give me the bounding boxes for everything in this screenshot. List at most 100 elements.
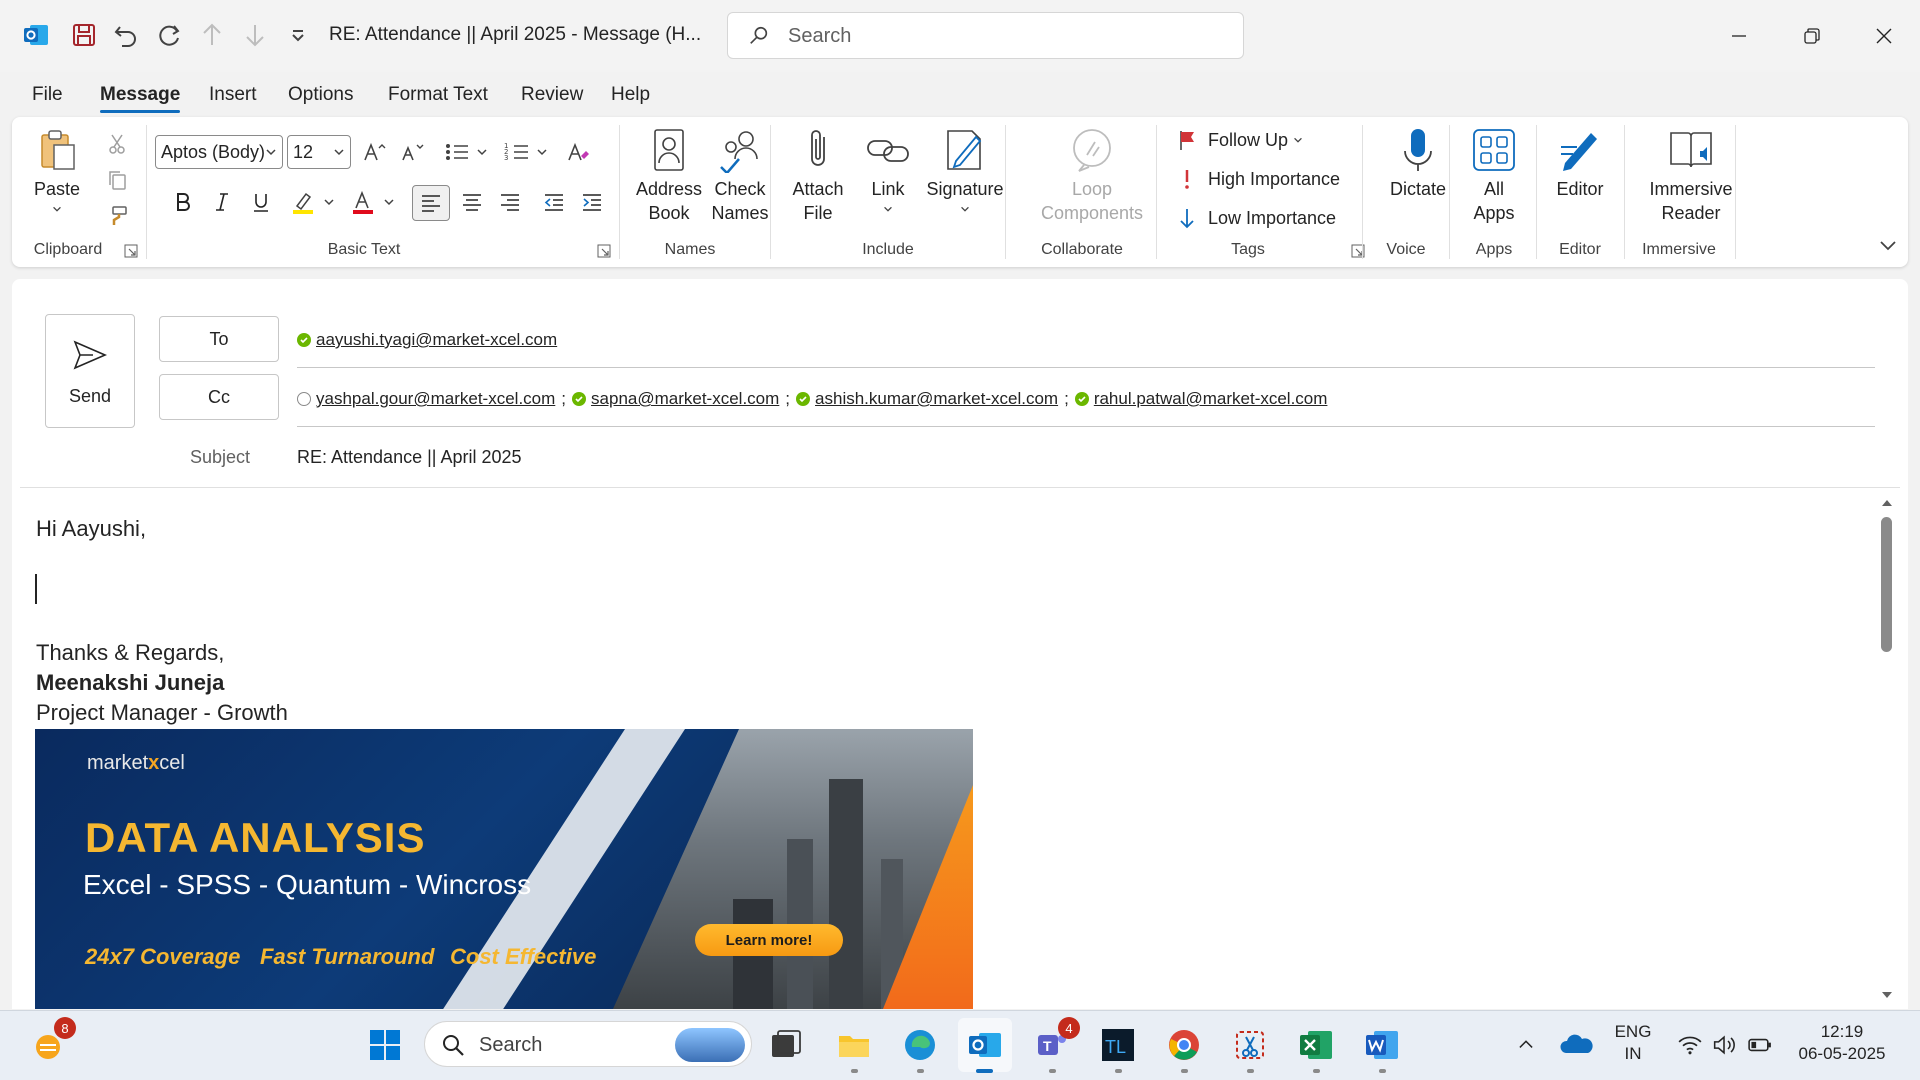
redo-icon[interactable] [152,18,186,52]
tab-format-text[interactable]: Format Text [388,84,488,106]
tab-help[interactable]: Help [611,84,650,106]
tags-group-label: Tags [1231,241,1265,258]
align-left-button[interactable] [412,185,450,221]
snipping-tool-icon[interactable] [1230,1025,1270,1073]
signature-button[interactable]: Signature [918,127,1012,219]
cc-button[interactable]: Cc [159,374,279,420]
loop-label-2: Components [1040,203,1144,223]
arrow-up-icon[interactable] [195,18,229,52]
to-button[interactable]: To [159,316,279,362]
start-button[interactable] [365,1025,405,1065]
word-icon[interactable] [1362,1025,1402,1073]
font-color-button[interactable] [348,187,398,217]
recipient-email[interactable]: sapna@market-xcel.com [591,389,779,409]
file-explorer-icon[interactable] [834,1025,874,1073]
body-closing[interactable]: Thanks & Regards, [36,640,224,666]
send-button[interactable]: Send [45,314,135,428]
copy-icon[interactable] [102,165,132,195]
customize-toolbar-icon[interactable] [281,18,315,52]
task-view-icon[interactable] [766,1025,806,1065]
numbering-button[interactable]: 123 [500,137,552,167]
show-hidden-icons-chevron-icon[interactable] [1506,1025,1546,1065]
search-box[interactable] [727,12,1244,59]
cc-field[interactable]: yashpal.gour@market-xcel.com ; sapna@mar… [297,384,1333,414]
dialog-launcher-icon[interactable] [597,244,611,258]
teams-icon[interactable]: T 4 [1032,1017,1080,1073]
restore-button[interactable] [1789,14,1835,58]
scroll-down-icon[interactable] [1880,988,1894,1002]
dictate-button[interactable]: Dictate [1378,127,1458,201]
recipient-email[interactable]: aayushi.tyagi@market-xcel.com [316,330,557,350]
recipient[interactable]: rahul.patwal@market-xcel.com [1074,389,1328,409]
recipient-email[interactable]: yashpal.gour@market-xcel.com [316,389,555,409]
language-indicator[interactable]: ENG IN [1608,1021,1658,1065]
underline-icon[interactable] [246,187,276,217]
subject-input[interactable]: RE: Attendance || April 2025 [297,447,522,468]
font-size-select[interactable]: 12 [287,135,351,169]
scroll-up-icon[interactable] [1880,496,1894,510]
grow-font-icon[interactable] [358,137,390,167]
recipient[interactable]: ashish.kumar@market-xcel.com [796,389,1058,409]
align-center-button[interactable] [456,187,488,217]
recipient-email[interactable]: ashish.kumar@market-xcel.com [815,389,1058,409]
undo-icon[interactable] [109,18,143,52]
recipient[interactable]: sapna@market-xcel.com [572,389,779,409]
edge-icon[interactable] [900,1025,940,1073]
shrink-font-icon[interactable] [396,137,428,167]
editor-button[interactable]: Editor [1548,127,1612,201]
onedrive-icon[interactable] [1556,1025,1596,1065]
italic-icon[interactable] [207,187,237,217]
cut-icon[interactable] [102,129,132,159]
recipient-email[interactable]: rahul.patwal@market-xcel.com [1094,389,1328,409]
chrome-icon[interactable] [1164,1025,1204,1073]
ribbon-collapse-icon[interactable] [1876,233,1900,257]
signature-name[interactable]: Meenakshi Juneja [36,670,224,696]
follow-up-button[interactable]: Follow Up [1176,129,1304,151]
excel-icon[interactable] [1296,1025,1336,1073]
dialog-launcher-icon[interactable] [124,244,138,258]
body-greeting[interactable]: Hi Aayushi, [36,516,146,542]
to-field[interactable]: aayushi.tyagi@market-xcel.com [297,325,563,355]
tab-review[interactable]: Review [521,84,583,106]
font-name-select[interactable]: Aptos (Body) [155,135,283,169]
taskbar-search[interactable]: Search [424,1021,752,1067]
low-importance-button[interactable]: Low Importance [1176,207,1336,229]
immersive-reader-button[interactable]: Immersive Reader [1632,127,1750,225]
decrease-indent-icon[interactable] [538,187,570,217]
format-painter-icon[interactable] [102,201,132,231]
scrollbar-thumb[interactable] [1881,517,1892,652]
align-right-button[interactable] [494,187,526,217]
bullets-button[interactable] [440,137,492,167]
loop-components-button[interactable]: Loop Components [1022,127,1162,225]
clear-formatting-icon[interactable] [562,137,594,167]
widgets-icon[interactable]: 8 [28,1017,76,1065]
tab-insert[interactable]: Insert [209,84,257,106]
save-icon[interactable] [67,18,101,52]
learn-more-button[interactable]: Learn more! [695,924,843,956]
recipient[interactable]: yashpal.gour@market-xcel.com [297,389,555,409]
arrow-down-icon[interactable] [238,18,272,52]
link-button[interactable]: Link [856,127,920,219]
check-names-button[interactable]: Check Names [700,127,780,225]
outlook-taskbar-icon[interactable] [958,1018,1012,1073]
tab-file[interactable]: File [32,84,63,106]
minimize-button[interactable] [1716,14,1762,58]
attach-file-button[interactable]: Attach File [782,127,854,225]
signature-banner-image[interactable]: marketxcel DATA ANALYSIS Excel - SPSS - … [35,729,973,1009]
increase-indent-icon[interactable] [576,187,608,217]
search-input[interactable] [788,23,1208,49]
clock[interactable]: 12:19 06-05-2025 [1792,1021,1892,1065]
volume-icon[interactable] [1704,1025,1744,1065]
highlight-color-button[interactable] [288,187,338,217]
bold-icon[interactable] [168,187,198,217]
tab-options[interactable]: Options [288,84,353,106]
high-importance-button[interactable]: High Importance [1176,168,1340,190]
signature-role[interactable]: Project Manager - Growth [36,700,288,726]
timeline-app-icon[interactable]: TL [1098,1025,1138,1073]
all-apps-button[interactable]: All Apps [1462,127,1526,225]
recipient[interactable]: aayushi.tyagi@market-xcel.com [297,330,557,350]
tab-message[interactable]: Message [100,84,181,113]
paste-button[interactable]: Paste [34,127,80,219]
close-button[interactable] [1861,14,1907,58]
battery-icon[interactable] [1740,1025,1780,1065]
